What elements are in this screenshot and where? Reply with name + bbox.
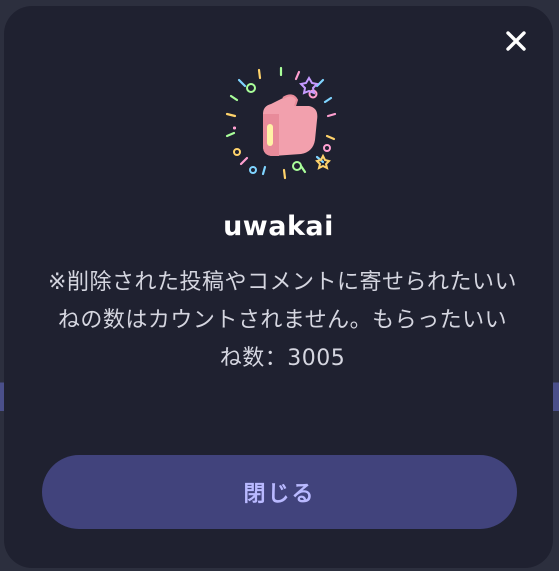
close-dialog-button[interactable]: 閉じる <box>42 455 517 529</box>
username-title: uwakai <box>223 211 334 242</box>
likes-dialog: uwakai ※削除された投稿やコメントに寄せられたいいねの数はカウントされませ… <box>4 6 553 568</box>
likes-info-message: ※削除された投稿やコメントに寄せられたいいねの数はカウントされません。もらったい… <box>48 270 517 371</box>
thumbs-up-celebration-icon <box>225 66 337 180</box>
close-icon <box>506 31 526 51</box>
close-button[interactable] <box>501 26 531 56</box>
